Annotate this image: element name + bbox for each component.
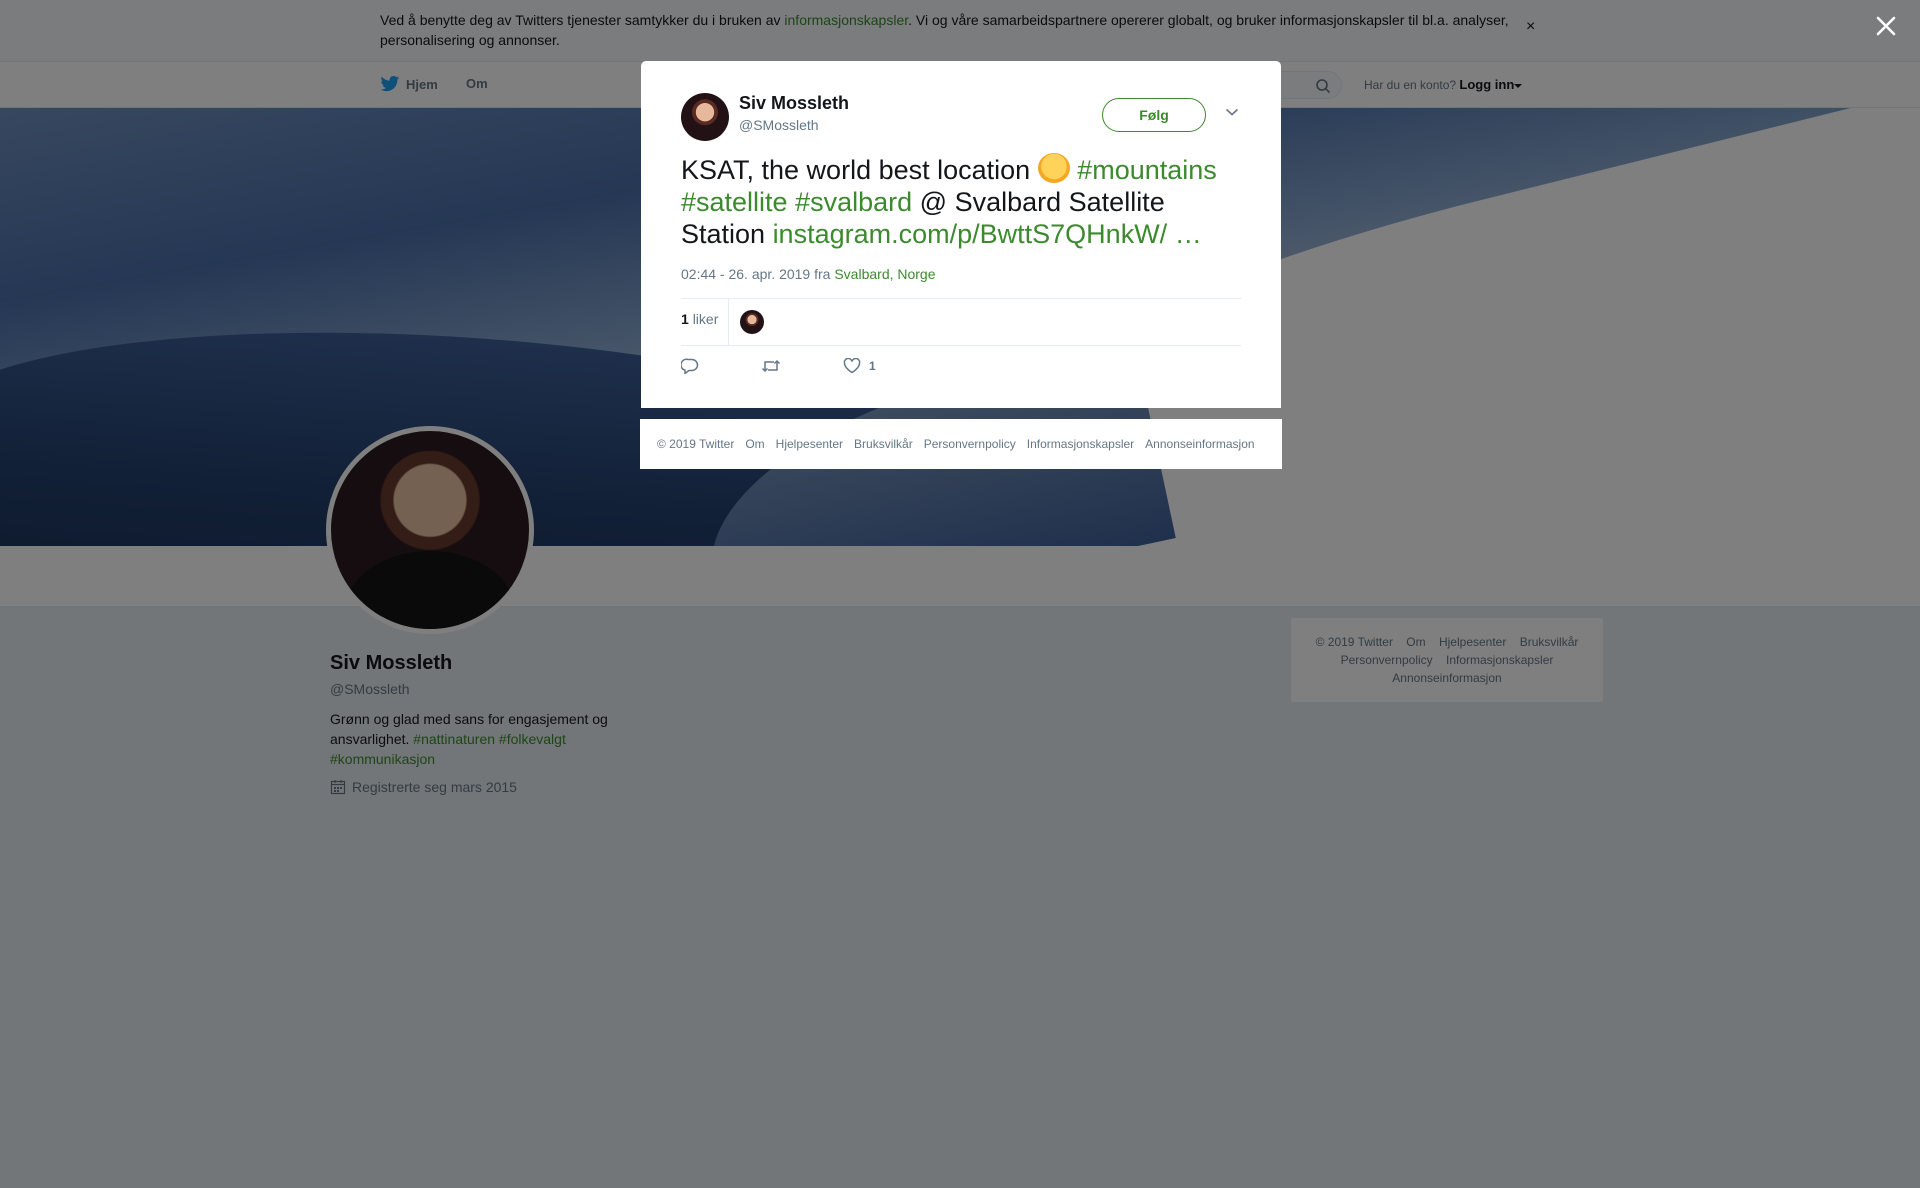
divider [681, 345, 1241, 346]
tweet-author-avatar[interactable] [681, 93, 729, 141]
like-button[interactable]: 1 [843, 358, 876, 374]
footer-link-about[interactable]: Om [745, 437, 764, 451]
like-count: 1 [869, 359, 876, 373]
hashtag-link[interactable]: #satellite [681, 187, 788, 217]
reply-icon [681, 358, 699, 374]
close-icon[interactable] [1872, 12, 1900, 40]
footer-link-privacy[interactable]: Personvernpolicy [924, 437, 1016, 451]
chevron-down-icon[interactable] [1225, 107, 1239, 117]
tweet-timestamp: 02:44 - 26. apr. 2019 fra Svalbard, Norg… [681, 266, 936, 282]
footer-link-help[interactable]: Hjelpesenter [776, 437, 843, 451]
tweet-author-name[interactable]: Siv Mossleth [739, 93, 849, 114]
hashtag-link[interactable]: #svalbard [795, 187, 912, 217]
retweet-icon [761, 359, 781, 373]
hugging-face-emoji [1037, 153, 1070, 183]
footer-link-ads-info[interactable]: Annonseinformasjon [1145, 437, 1254, 451]
instagram-link[interactable]: instagram.com/p/BwttS7QHnkW/ [773, 219, 1168, 249]
footer-copyright: © 2019 Twitter [657, 437, 735, 451]
retweet-button[interactable] [761, 358, 781, 374]
tweet-author-handle[interactable]: @SMossleth [739, 117, 819, 133]
footer-link-terms[interactable]: Bruksvilkår [854, 437, 913, 451]
tweet-text: KSAT, the world best location #mountains… [681, 153, 1217, 249]
footer-link-cookies[interactable]: Informasjonskapsler [1027, 437, 1134, 451]
tweet-permalink-modal: Siv Mossleth @SMossleth Følg KSAT, the w… [641, 61, 1281, 408]
tweet-location-link[interactable]: Svalbard, Norge [834, 266, 935, 282]
heart-icon [843, 358, 861, 374]
divider [728, 299, 729, 345]
link-ellipsis: … [1174, 219, 1202, 249]
modal-footer: © 2019 Twitter Om Hjelpesenter Bruksvilk… [640, 419, 1282, 469]
divider [681, 298, 1241, 299]
hashtag-link[interactable]: #mountains [1077, 155, 1217, 185]
liker-avatar[interactable] [740, 310, 764, 334]
follow-button[interactable]: Følg [1102, 98, 1206, 132]
reply-button[interactable] [681, 358, 699, 374]
likes-stat[interactable]: 1 liker [681, 311, 718, 327]
